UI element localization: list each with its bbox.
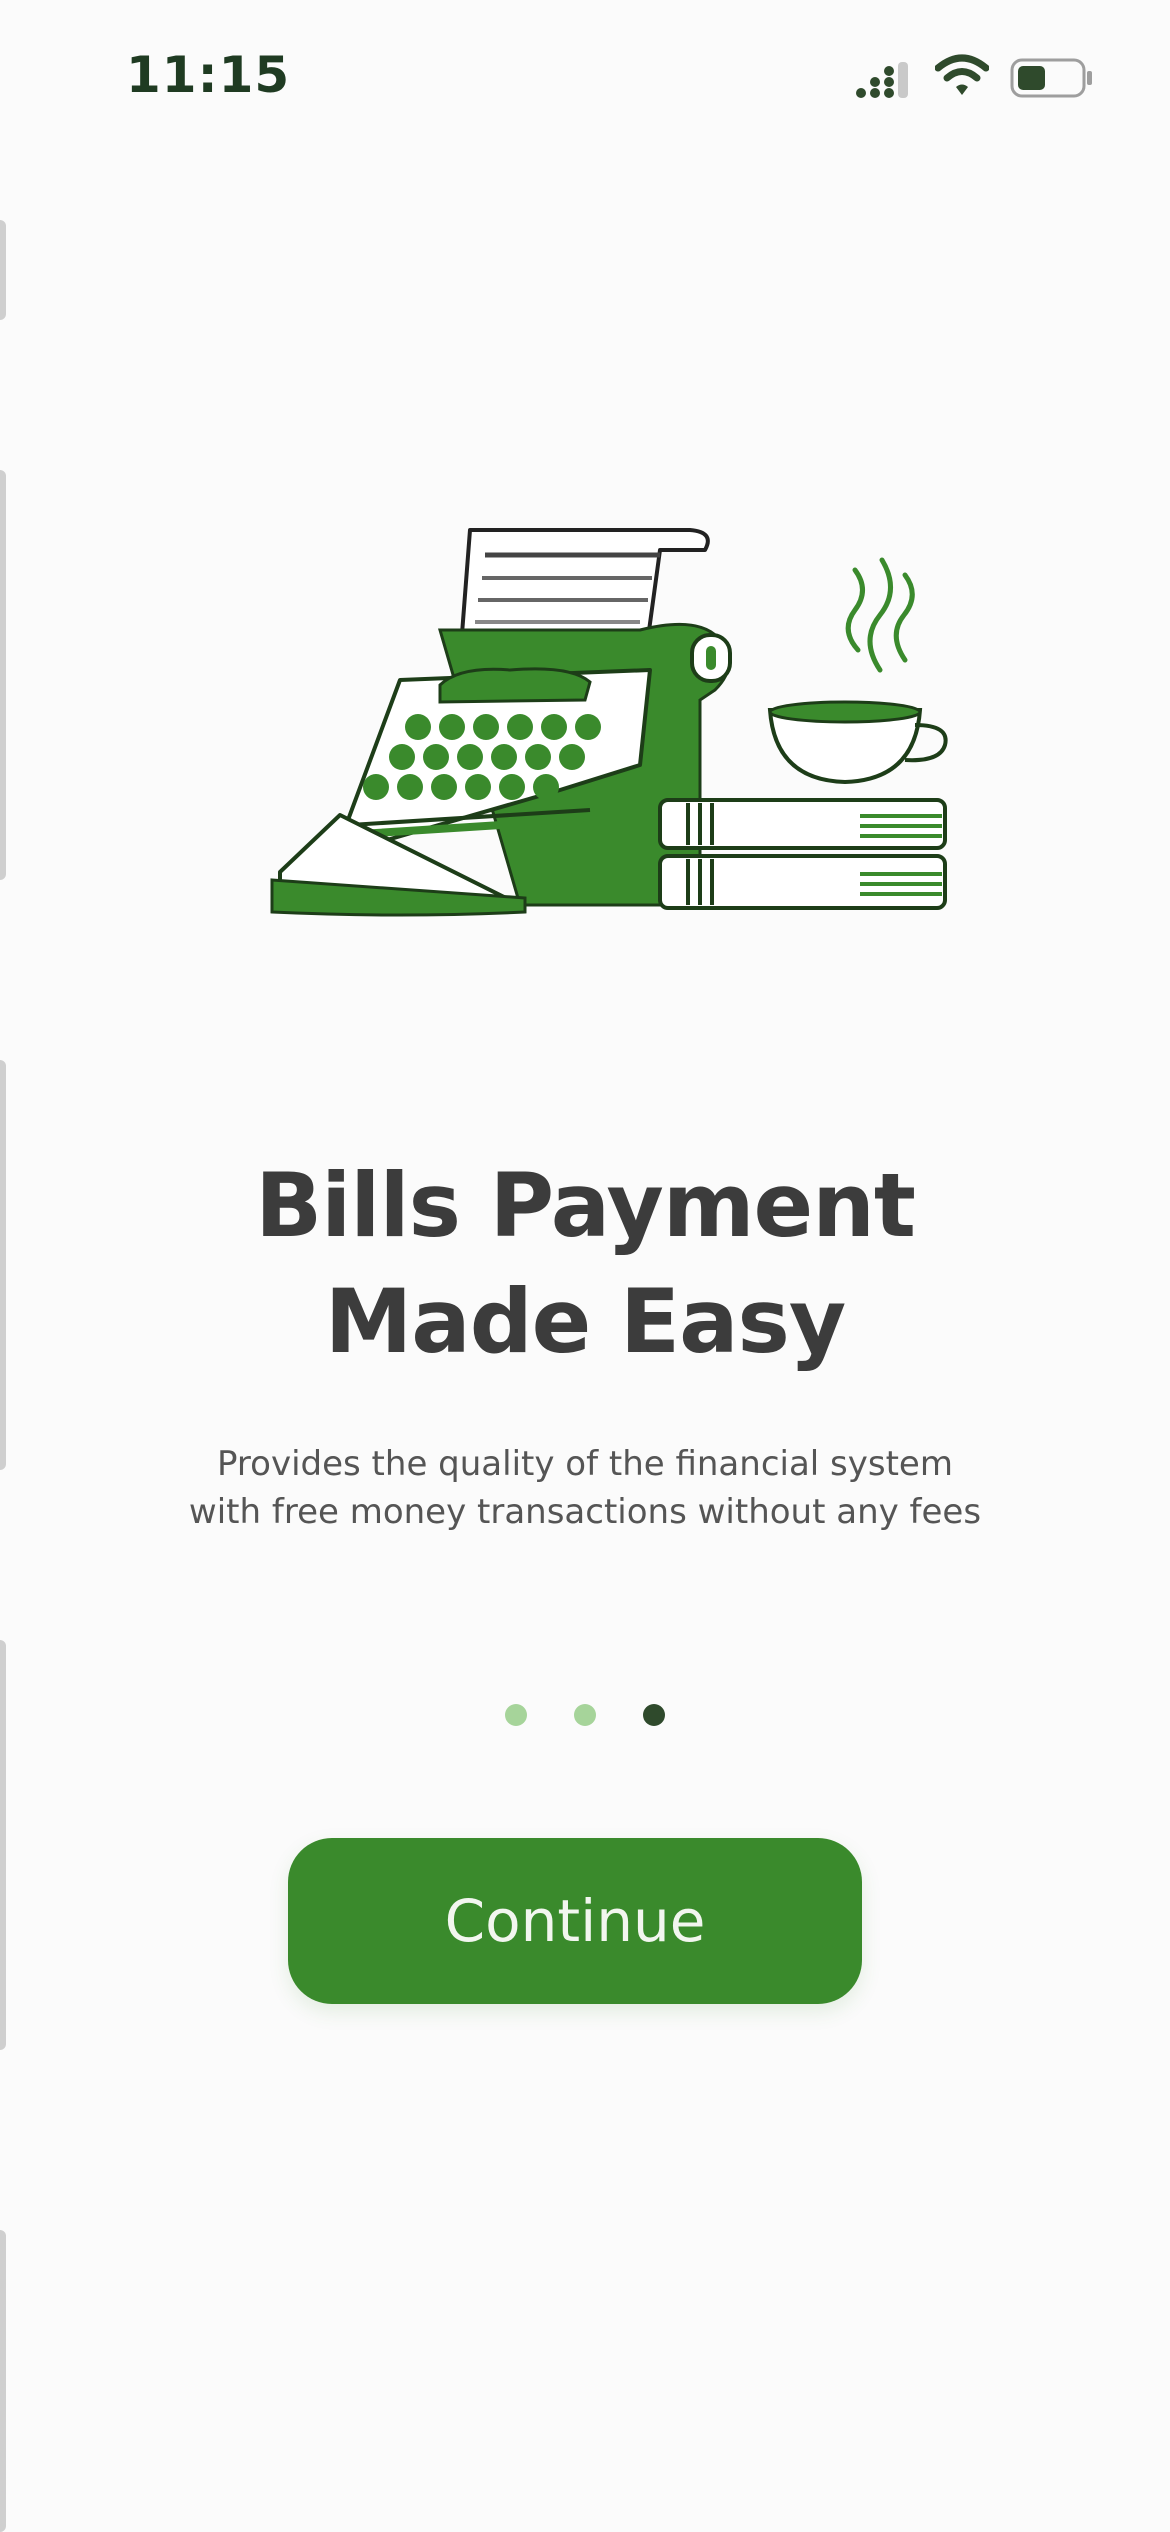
onboarding-title-line: Made Easy xyxy=(324,1270,847,1373)
page-dot xyxy=(505,1704,527,1726)
edge-shadow xyxy=(0,2230,6,2532)
edge-shadow xyxy=(0,220,6,320)
status-time: 11:15 xyxy=(126,46,291,104)
onboarding-title: Bills Payment Made Easy xyxy=(0,1148,1170,1380)
onboarding-description-line: Provides the quality of the financial sy… xyxy=(217,1444,953,1484)
edge-shadow xyxy=(0,1640,6,2050)
cellular-signal-icon xyxy=(856,62,908,98)
onboarding-description: Provides the quality of the financial sy… xyxy=(0,1440,1170,1536)
continue-button[interactable]: Continue xyxy=(288,1838,862,2004)
status-bar: 11:15 xyxy=(0,0,1170,150)
onboarding-title-line: Bills Payment xyxy=(255,1154,916,1257)
page-dot xyxy=(574,1704,596,1726)
onboarding-description-line: with free money transactions without any… xyxy=(188,1492,982,1532)
battery-icon xyxy=(1010,58,1092,98)
page-dot-active xyxy=(643,1704,665,1726)
wifi-icon xyxy=(935,54,989,95)
edge-shadow xyxy=(0,470,6,880)
page-indicator xyxy=(0,1704,1170,1728)
typewriter-coffee-books-illustration xyxy=(270,528,948,917)
